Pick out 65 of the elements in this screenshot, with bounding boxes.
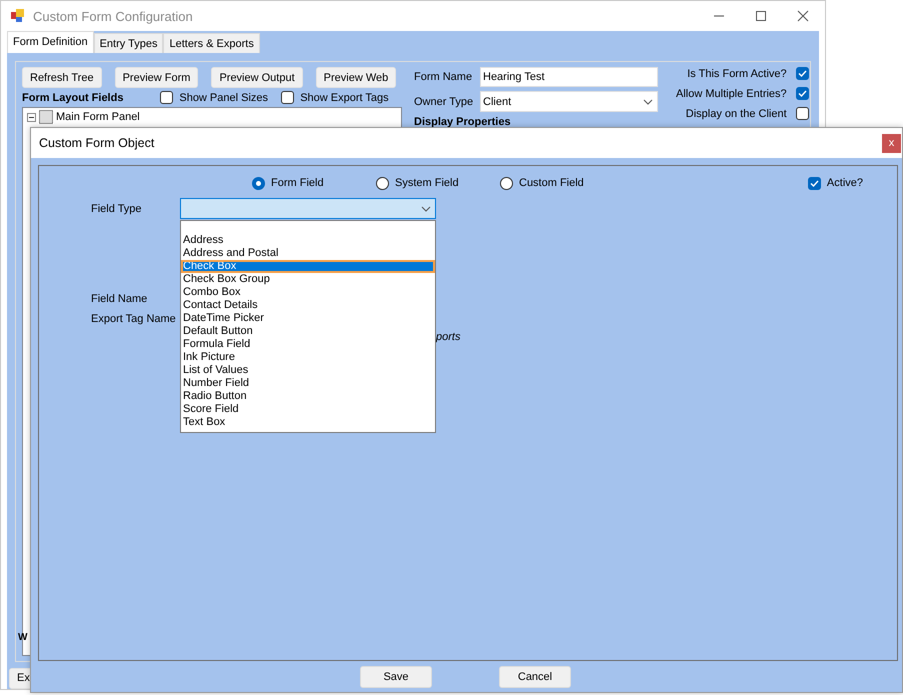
- section-heading: Form Layout Fields: [22, 92, 124, 104]
- toolbar-button[interactable]: Refresh Tree: [22, 67, 102, 88]
- dropdown-option[interactable]: Radio Button: [181, 390, 435, 403]
- checkbox[interactable]: [796, 87, 809, 100]
- checkbox-label: Active?: [826, 177, 863, 189]
- dropdown-option[interactable]: Check Box: [181, 260, 435, 273]
- form-name-field[interactable]: Hearing Test: [480, 67, 658, 87]
- dropdown-option[interactable]: Text Box: [181, 416, 435, 429]
- dropdown-option[interactable]: Formula Field: [181, 338, 435, 351]
- close-icon[interactable]: [797, 10, 809, 22]
- checkbox-label: Show Panel Sizes: [179, 92, 268, 104]
- tree-item[interactable]: Main Form Panel: [56, 111, 140, 123]
- checkbox-label: Display on the Client: [686, 108, 787, 120]
- field-label: Field Name: [91, 293, 148, 305]
- owner-type-dropdown[interactable]: Client: [480, 91, 658, 112]
- toolbar-button[interactable]: Preview Web: [316, 67, 396, 88]
- radio-label: System Field: [395, 177, 459, 189]
- note-text: ports: [436, 331, 460, 343]
- toolbar-button[interactable]: Preview Form: [114, 67, 198, 88]
- dialog-title: Custom Form Object: [39, 136, 154, 150]
- app-icon: [11, 9, 25, 23]
- field-label: Form Name: [414, 71, 472, 83]
- field-label: Field Type: [91, 202, 143, 214]
- close-button[interactable]: x: [882, 134, 901, 152]
- section-heading: Display Properties: [414, 116, 512, 128]
- checkbox-label: Allow Multiple Entries?: [676, 88, 787, 100]
- checkbox[interactable]: [160, 91, 174, 104]
- radio-label: Form Field: [271, 177, 324, 189]
- checkbox-label: Show Export Tags: [300, 92, 389, 104]
- dropdown-option[interactable]: Default Button: [181, 325, 435, 338]
- dropdown-option[interactable]: Number Field: [181, 377, 435, 390]
- checkbox[interactable]: [281, 91, 294, 104]
- dropdown-option[interactable]: Check Box Group: [181, 273, 435, 286]
- dropdown-option[interactable]: Score Field: [181, 403, 435, 416]
- section-heading: W: [18, 632, 28, 643]
- field-label: Export Tag Name: [91, 313, 176, 325]
- tab[interactable]: Letters & Exports: [163, 33, 260, 53]
- dropdown-option[interactable]: Address and Postal: [181, 247, 435, 260]
- dropdown-option[interactable]: Address: [181, 234, 435, 247]
- chevron-down-icon: [421, 206, 431, 212]
- maximize-icon[interactable]: [755, 10, 767, 22]
- checkbox[interactable]: [808, 176, 821, 190]
- radio-button[interactable]: [252, 176, 265, 190]
- window-title: Custom Form Configuration: [33, 8, 193, 24]
- dialog-button[interactable]: Save: [360, 666, 432, 688]
- chevron-down-icon: [643, 98, 653, 104]
- radio-button[interactable]: [376, 176, 389, 190]
- checkbox[interactable]: [796, 107, 809, 120]
- checkbox[interactable]: [796, 67, 809, 80]
- toolbar-button[interactable]: Preview Output: [211, 67, 303, 88]
- field-type-dropdown[interactable]: [180, 198, 436, 219]
- dropdown-option[interactable]: Ink Picture: [181, 351, 435, 364]
- tab[interactable]: Entry Types: [94, 33, 164, 53]
- field-label: Owner Type: [414, 96, 474, 108]
- panel-icon: [39, 110, 53, 124]
- checkbox-label: Is This Form Active?: [687, 68, 787, 80]
- radio-button[interactable]: [500, 176, 513, 190]
- dropdown-option[interactable]: Contact Details: [181, 299, 435, 312]
- dialog-button[interactable]: Cancel: [499, 666, 571, 688]
- dropdown-option[interactable]: DateTime Picker: [181, 312, 435, 325]
- radio-label: Custom Field: [519, 177, 584, 189]
- dropdown-option[interactable]: List of Values: [181, 364, 435, 377]
- collapse-icon[interactable]: [27, 112, 36, 122]
- tab[interactable]: Form Definition: [7, 31, 94, 53]
- dropdown-option[interactable]: Combo Box: [181, 286, 435, 299]
